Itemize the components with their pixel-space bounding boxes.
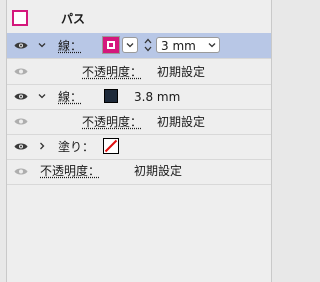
- stroke-row-1[interactable]: 線： 3 mm: [7, 33, 271, 58]
- fill-label[interactable]: 塗り：: [58, 140, 94, 154]
- chevron-down-icon[interactable]: [38, 92, 46, 100]
- stroke-color-swatch[interactable]: [102, 36, 120, 54]
- eye-icon[interactable]: [14, 142, 28, 151]
- stroke-row-2[interactable]: 線： 3.8 mm: [7, 84, 271, 109]
- stroke-color-swatch[interactable]: [104, 89, 118, 103]
- stroke-width-value: 3.8 mm: [134, 90, 181, 104]
- chevron-down-icon[interactable]: [38, 41, 46, 49]
- stroke-color-dropdown[interactable]: [122, 37, 138, 53]
- eye-icon[interactable]: [14, 92, 28, 101]
- opacity-value: 初期設定: [157, 115, 206, 129]
- stroke-swatch-inner-icon: [107, 41, 115, 49]
- opacity-row-3[interactable]: 不透明度： 初期設定: [7, 159, 271, 184]
- chevron-down-icon: [126, 43, 134, 48]
- opacity-label[interactable]: 不透明度：: [82, 115, 142, 129]
- fill-none-swatch-icon[interactable]: [103, 138, 119, 154]
- row-divider: [7, 184, 271, 185]
- chevron-down-icon[interactable]: [208, 41, 216, 49]
- panel-title: パス: [61, 12, 86, 26]
- opacity-row-1[interactable]: 不透明度： 初期設定: [7, 59, 271, 84]
- stroke-width-field[interactable]: 3 mm: [156, 37, 220, 53]
- eye-icon[interactable]: [14, 117, 28, 126]
- stroke-label[interactable]: 線：: [58, 39, 82, 53]
- opacity-value: 初期設定: [157, 65, 206, 79]
- eye-icon[interactable]: [14, 41, 28, 50]
- stroke-width-value[interactable]: 3 mm: [161, 39, 196, 53]
- opacity-label[interactable]: 不透明度：: [40, 164, 100, 178]
- chevron-right-icon[interactable]: [38, 142, 46, 150]
- panel-header: パス: [7, 0, 271, 26]
- path-object-swatch[interactable]: [12, 10, 28, 26]
- eye-icon[interactable]: [14, 167, 28, 176]
- appearance-panel: パス 線： 3 mm 不透明度： 初期設定 線： 3.8 mm 不透明度： 初期…: [6, 0, 272, 282]
- stroke-label[interactable]: 線：: [58, 90, 82, 104]
- opacity-label[interactable]: 不透明度：: [82, 65, 142, 79]
- eye-icon[interactable]: [14, 67, 28, 76]
- opacity-row-2[interactable]: 不透明度： 初期設定: [7, 109, 271, 134]
- opacity-value: 初期設定: [134, 164, 183, 178]
- stepper-icon[interactable]: [144, 38, 152, 52]
- fill-row[interactable]: 塗り：: [7, 134, 271, 159]
